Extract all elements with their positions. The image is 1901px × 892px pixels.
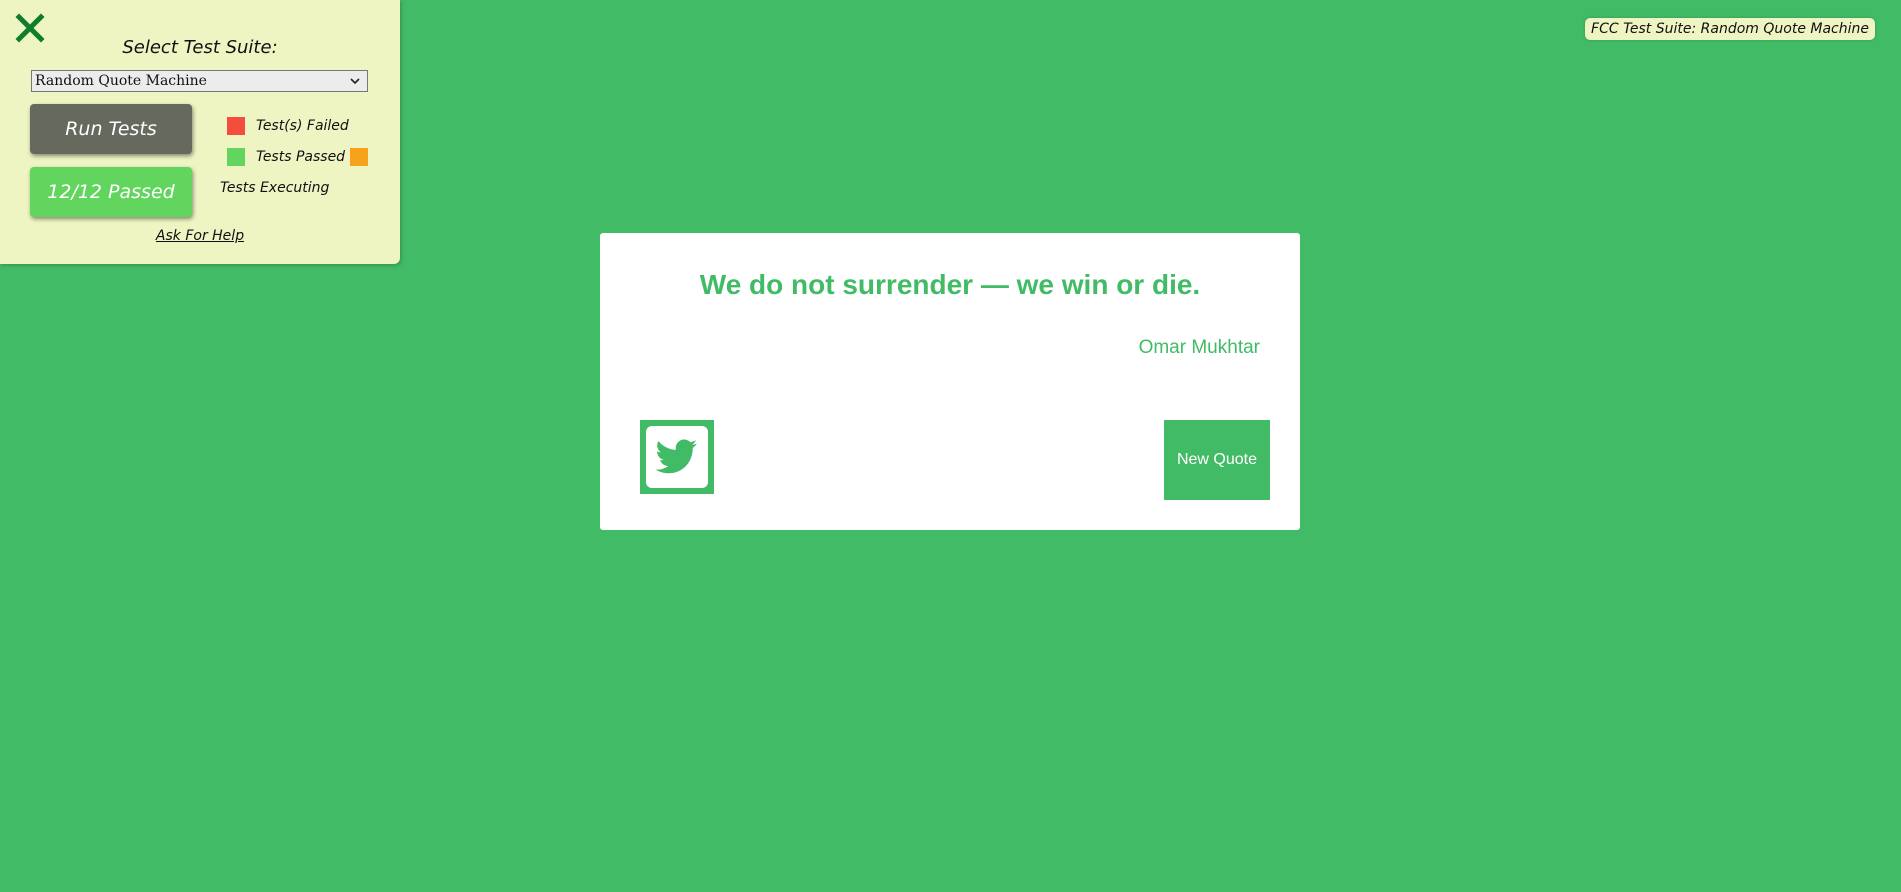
failed-legend-swatch — [227, 117, 245, 135]
executing-legend-swatch — [350, 148, 368, 166]
executing-legend-label: Tests Executing — [220, 180, 330, 196]
quote-box: We do not surrender — we win or die. Oma… — [600, 233, 1300, 530]
fcc-suite-badge: FCC Test Suite: Random Quote Machine — [1585, 18, 1875, 40]
quote-text: We do not surrender — we win or die. — [699, 269, 1201, 300]
test-suite-select[interactable]: Random Quote Machine — [31, 70, 368, 92]
new-quote-button[interactable]: New Quote — [1164, 420, 1270, 500]
fcc-test-panel: Select Test Suite: Random Quote Machine … — [0, 0, 400, 264]
chevron-down-icon — [348, 71, 362, 91]
tweet-quote-button[interactable] — [640, 420, 714, 494]
tests-passed-button[interactable]: 12/12 Passed — [30, 167, 192, 217]
quote-author: Omar Mukhtar — [1138, 337, 1260, 358]
suite-title: Select Test Suite: — [122, 37, 278, 58]
failed-legend-label: Test(s) Failed — [256, 118, 349, 134]
test-suite-selected-value: Random Quote Machine — [35, 73, 207, 89]
passed-legend-swatch — [227, 148, 245, 166]
ask-for-help-link[interactable]: Ask For Help — [0, 228, 400, 244]
run-tests-button[interactable]: Run Tests — [30, 104, 192, 154]
page: Select Test Suite: Random Quote Machine … — [0, 0, 1901, 892]
passed-legend-label: Tests Passed — [256, 149, 346, 165]
twitter-bird-icon — [646, 426, 708, 488]
